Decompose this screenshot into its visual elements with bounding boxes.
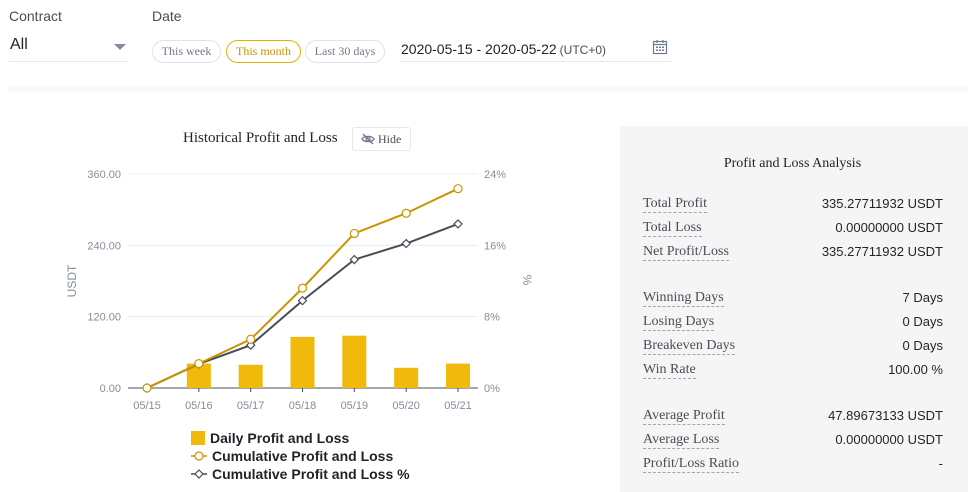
point-cumulative-pct [401, 238, 412, 249]
legend-diamond-swatch [191, 469, 207, 479]
stat-value-profit-loss-ratio: - [938, 456, 943, 471]
x-tick-label: 05/15 [133, 400, 161, 412]
point-cumulative-pct [453, 219, 463, 229]
stat-value-average-loss: 0.00000000 USDT [835, 432, 943, 447]
stat-label-profit-loss-ratio[interactable]: Profit/Loss Ratio [643, 455, 740, 473]
y2-tick-label: 16% [484, 240, 506, 252]
stat-value-net-profit-loss: 335.27711932 USDT [821, 244, 943, 259]
stat-label-losing-days[interactable]: Losing Days [643, 313, 715, 331]
y2-tick-label: 8% [484, 312, 500, 324]
chart-title: Historical Profit and Loss [183, 130, 338, 146]
stat-row-profit-loss-ratio: Profit/Loss Ratio - [643, 455, 943, 473]
y-tick-label: 360.00 [87, 169, 121, 181]
pnl-chart: 0.00 120.00 240.00 360.00 0% 8% 16% 24% USDT % 05/… [65, 169, 534, 412]
legend-bar-swatch [191, 431, 205, 445]
y-tick-label: 0.00 [100, 383, 121, 395]
y2-axis-title: % [520, 275, 534, 286]
stat-value-win-rate: 100.00 % [888, 362, 943, 377]
x-tick-label: 05/21 [444, 400, 472, 412]
stat-row-winning-days: Winning Days 7 Days [643, 289, 943, 307]
stat-value-losing-days: 0 Days [902, 314, 943, 329]
stat-value-total-loss: 0.00000000 USDT [835, 220, 943, 235]
legend-circle-swatch [191, 451, 207, 461]
y-axis-title: USDT [65, 264, 79, 297]
y-tick-label: 240.00 [87, 240, 121, 252]
stat-label-winning-days[interactable]: Winning Days [643, 289, 724, 307]
x-tick-label: 05/20 [392, 400, 420, 412]
stat-value-average-profit: 47.89673133 USDT [828, 408, 943, 423]
pnl-analysis-panel: Profit and Loss Analysis Total Profit 335… [620, 126, 968, 492]
stat-row-win-rate: Win Rate 100.00 % [643, 361, 943, 379]
legend-item-daily[interactable]: Daily Profit and Loss [191, 429, 349, 447]
bar-daily-pnl [290, 336, 315, 388]
analysis-title: Profit and Loss Analysis [723, 156, 862, 171]
stat-label-total-profit[interactable]: Total Profit [643, 195, 707, 213]
stat-value-winning-days: 7 Days [902, 290, 943, 305]
stat-row-total-profit: Total Profit 335.27711932 USDT [643, 195, 943, 213]
stat-row-total-loss: Total Loss 0.00000000 USDT [643, 219, 943, 237]
legend-label-cumulative: Cumulative Profit and Loss [212, 448, 394, 464]
bar-daily-pnl [394, 367, 419, 388]
y2-tick-label: 24% [484, 169, 506, 181]
stat-value-total-profit: 335.27711932 USDT [821, 196, 943, 211]
y2-tick-label: 0% [484, 383, 500, 395]
legend-item-cumulative[interactable]: Cumulative Profit and Loss [191, 447, 393, 465]
point-cumulative [349, 228, 359, 239]
x-tick-label: 05/16 [185, 400, 213, 412]
legend-label-daily: Daily Profit and Loss [210, 430, 350, 446]
point-cumulative [194, 359, 204, 369]
eye-slash-icon [361, 133, 375, 145]
legend-item-cumulative-pct[interactable]: Cumulative Profit and Loss % [191, 465, 410, 483]
y-tick-label: 120.00 [87, 312, 121, 324]
stat-label-total-loss[interactable]: Total Loss [643, 219, 702, 237]
stat-row-breakeven-days: Breakeven Days 0 Days [643, 337, 943, 355]
point-cumulative [401, 208, 411, 218]
x-tick-label: 05/19 [341, 400, 369, 412]
stat-row-losing-days: Losing Days 0 Days [643, 313, 943, 331]
point-cumulative [453, 184, 463, 194]
stat-label-average-profit[interactable]: Average Profit [643, 407, 725, 425]
stat-value-breakeven-days: 0 Days [902, 338, 943, 353]
stat-row-average-loss: Average Loss 0.00000000 USDT [643, 431, 943, 449]
point-cumulative [142, 383, 152, 393]
stat-label-average-loss[interactable]: Average Loss [643, 431, 720, 449]
stat-label-win-rate[interactable]: Win Rate [643, 361, 696, 379]
x-tick-label: 05/18 [289, 400, 317, 412]
stat-label-breakeven-days[interactable]: Breakeven Days [643, 337, 736, 355]
point-cumulative [297, 283, 308, 293]
stat-label-net-profit-loss[interactable]: Net Profit/Loss [643, 243, 729, 261]
x-tick-label: 05/17 [237, 400, 265, 412]
bar-daily-pnl [342, 335, 367, 388]
bar-daily-pnl [238, 364, 263, 388]
hide-chart-label: Hide [378, 131, 402, 146]
hide-chart-button[interactable]: Hide [352, 127, 411, 151]
stat-row-average-profit: Average Profit 47.89673133 USDT [643, 407, 943, 425]
calendar-icon[interactable] [652, 39, 668, 55]
stat-row-net-profit-loss: Net Profit/Loss 335.27711932 USDT [643, 243, 943, 261]
bar-daily-pnl [446, 363, 470, 388]
point-cumulative [246, 334, 256, 344]
legend-label-cumulative-pct: Cumulative Profit and Loss % [212, 466, 410, 482]
